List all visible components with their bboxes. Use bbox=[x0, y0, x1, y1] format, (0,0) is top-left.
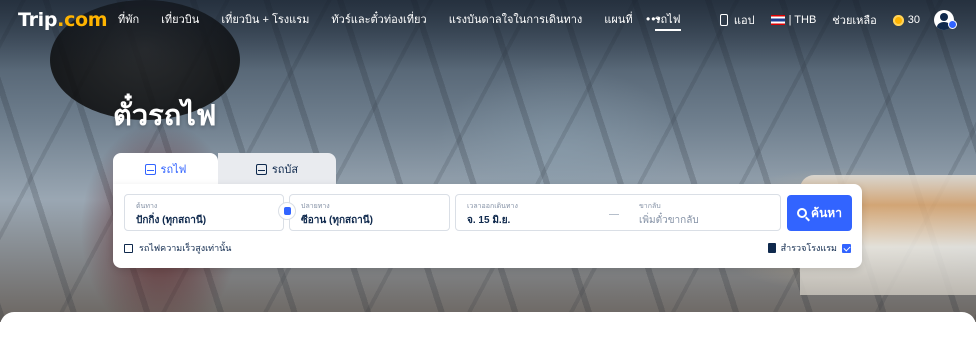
tab-bus[interactable]: รถบัส bbox=[218, 153, 336, 185]
trip-logo[interactable]: Trip.com bbox=[18, 9, 108, 31]
nav-travel-inspiration[interactable]: แรงบันดาลใจในการเดินทาง bbox=[449, 13, 583, 27]
more-menu-icon[interactable]: ••• bbox=[646, 12, 662, 26]
origin-value: ปักกิ่ง (ทุกสถานี) bbox=[136, 215, 207, 226]
nav-right: แอป | THB ช่วยเหลือ 30 bbox=[704, 10, 954, 30]
tab-bus-label: รถบัส bbox=[271, 164, 299, 176]
depart-label: เวลาออกเดินทาง bbox=[467, 203, 518, 210]
return-placeholder[interactable]: เพิ่มตั๋วขากลับ bbox=[639, 213, 699, 228]
bus-icon bbox=[255, 163, 267, 175]
page-title: ตั๋วรถไฟ bbox=[113, 98, 217, 132]
search-card: ต้นทาง ปักกิ่ง (ทุกสถานี) ปลายทาง ซีอาน … bbox=[113, 184, 862, 268]
phone-icon bbox=[719, 14, 728, 26]
content-panel bbox=[0, 312, 976, 360]
explore-hotels-option[interactable]: สำรวจโรงแรม bbox=[767, 241, 851, 255]
nav-links: ที่พัก เที่ยวบิน เที่ยวบิน + โรงแรม ทัวร… bbox=[118, 13, 703, 31]
train-icon bbox=[144, 163, 156, 175]
date-divider bbox=[609, 214, 619, 215]
depart-value: จ. 15 มิ.ย. bbox=[467, 215, 511, 226]
origin-label: ต้นทาง bbox=[136, 203, 158, 210]
help-link[interactable]: ช่วยเหลือ bbox=[832, 11, 876, 29]
highspeed-checkbox[interactable] bbox=[124, 243, 133, 253]
nav-flights[interactable]: เที่ยวบิน bbox=[161, 13, 199, 27]
trip-coins[interactable]: 30 bbox=[892, 14, 920, 26]
avatar-badge-icon bbox=[948, 20, 957, 29]
coins-count: 30 bbox=[907, 14, 920, 26]
top-navigation: Trip.com ที่พัก เที่ยวบิน เที่ยวบิน + โร… bbox=[0, 0, 976, 40]
destination-field[interactable]: ปลายทาง ซีอาน (ทุกสถานี) bbox=[289, 194, 450, 231]
tab-train-label: รถไฟ bbox=[160, 164, 187, 176]
nav-hotels[interactable]: ที่พัก bbox=[118, 13, 139, 27]
app-label: แอป bbox=[733, 15, 755, 27]
destination-label: ปลายทาง bbox=[301, 203, 330, 210]
explore-hotels-checkbox[interactable] bbox=[842, 243, 851, 253]
return-label: ขากลับ bbox=[639, 203, 661, 210]
explore-hotels-label: สำรวจโรงแรม bbox=[780, 243, 837, 253]
search-button-label: ค้นหา bbox=[811, 205, 842, 220]
highspeed-only-option[interactable]: รถไฟความเร็วสูงเท่านั้น bbox=[124, 241, 231, 255]
swap-icon bbox=[283, 207, 291, 215]
destination-value: ซีอาน (ทุกสถานี) bbox=[301, 215, 373, 226]
search-button[interactable]: ค้นหา bbox=[787, 195, 852, 231]
nav-flight-hotel[interactable]: เที่ยวบิน + โรงแรม bbox=[221, 13, 309, 27]
help-label: ช่วยเหลือ bbox=[832, 15, 877, 27]
coin-icon bbox=[892, 14, 904, 26]
tab-train[interactable]: รถไฟ bbox=[113, 153, 218, 185]
swap-stations-button[interactable] bbox=[278, 202, 296, 220]
search-icon bbox=[797, 208, 808, 218]
currency-selector[interactable]: | THB bbox=[770, 14, 817, 26]
app-link[interactable]: แอป bbox=[719, 11, 755, 29]
hotel-icon bbox=[767, 243, 776, 253]
nav-map[interactable]: แผนที่ bbox=[604, 13, 632, 27]
highspeed-label: รถไฟความเร็วสูงเท่านั้น bbox=[139, 243, 232, 253]
currency-label: | THB bbox=[788, 14, 817, 26]
thai-flag-icon bbox=[770, 15, 785, 25]
nav-tours-tickets[interactable]: ทัวร์และตั๋วท่องเที่ยว bbox=[331, 13, 426, 27]
date-field[interactable]: เวลาออกเดินทาง จ. 15 มิ.ย. ขากลับ เพิ่มต… bbox=[455, 194, 781, 231]
transport-tabs: รถไฟ รถบัส bbox=[113, 153, 336, 185]
origin-field[interactable]: ต้นทาง ปักกิ่ง (ทุกสถานี) bbox=[124, 194, 284, 231]
